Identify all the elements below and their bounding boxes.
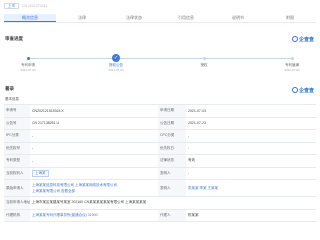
- table-row: 当前权利人 上海某 发明人 -: [4, 167, 316, 180]
- timeline-section-title: 审查进度: [5, 36, 23, 41]
- timeline-step-publish: ✓ 授权公告 2021-07-23: [96, 51, 136, 72]
- owner-link[interactable]: 上海某: [32, 169, 49, 177]
- field-value: 2021-07-03: [188, 108, 206, 113]
- info-section-title: 著录: [5, 86, 14, 91]
- breadcrumb: 上市 CN 2021070311: [4, 3, 47, 9]
- field-value: 陈某某: [188, 212, 199, 217]
- field-value: -: [188, 146, 190, 151]
- agency-link[interactable]: 上海某某专利代理事务所(普通合伙) 31000: [30, 210, 158, 222]
- table-row: 代理机构 上海某某专利代理事务所(普通合伙) 31000 代理人 陈某某: [4, 209, 316, 222]
- table-row: 申请号 CN202121515315.X 申请日期 2021-07-03: [4, 105, 316, 118]
- field-label: CPC分类: [158, 130, 186, 142]
- field-label: 代理机构: [4, 209, 30, 221]
- field-value: CN202121515315.X: [32, 108, 64, 113]
- timeline-date: 2031-07-03: [284, 67, 300, 72]
- brand-icon: [291, 36, 298, 42]
- field-value: -: [188, 133, 190, 138]
- field-value: 有效: [188, 158, 195, 163]
- table-row: 公告号 CN 217138251 U 公告日期 2021-07-23: [4, 117, 316, 130]
- check-icon: ✓: [112, 54, 120, 62]
- timeline-date: 2021-07-23: [108, 67, 124, 72]
- field-value: -: [188, 171, 190, 176]
- brand-logo: 企查查: [291, 35, 314, 43]
- field-label: 优先权号: [4, 142, 30, 154]
- brand-icon: [291, 87, 298, 93]
- field-value: -: [32, 146, 34, 151]
- field-label: 专利类型: [4, 155, 30, 167]
- field-label: 原始申请人: [4, 180, 30, 196]
- review-timeline: 专利申请 2021-07-03 ✓ 授权公告 2021-07-23 授权 专利届…: [6, 51, 314, 73]
- field-label: 优先权日: [158, 142, 186, 154]
- tab-citations[interactable]: 引用信息: [160, 14, 212, 22]
- field-label: 公告日期: [158, 117, 186, 129]
- breadcrumb-tag[interactable]: 上市: [4, 3, 19, 9]
- tab-legal-status[interactable]: 法律状态: [108, 14, 160, 22]
- table-row: IPC分类 - CPC分类 -: [4, 130, 316, 143]
- field-label: 申请号: [4, 105, 30, 117]
- tab-law[interactable]: 法律: [56, 14, 108, 22]
- brand-name: 企查查: [298, 87, 314, 94]
- table-row: 当前申请人地址 上海市某区某路某号某室 202160 CN某某某某某某有限公司 …: [4, 197, 316, 210]
- timeline-step-grant: 授权: [184, 51, 224, 68]
- field-label: IPC分类: [4, 130, 30, 142]
- breadcrumb-number: CN 2021070311: [22, 4, 48, 8]
- timeline-step-apply: 专利申请 2021-07-03: [8, 51, 48, 72]
- field-label: 公告号: [4, 117, 30, 129]
- table-row: 优先权号 - 优先权日 -: [4, 142, 316, 155]
- table-row: 专利类型 - 法律状态 有效: [4, 155, 316, 168]
- field-label: 当前申请人地址: [4, 197, 30, 209]
- field-value: 上海某: [30, 168, 158, 180]
- tab-drawings[interactable]: 附图: [264, 14, 316, 22]
- info-table: 申请号 CN202121515315.X 申请日期 2021-07-03 公告号…: [4, 104, 316, 222]
- field-value: 上海某某信息科技有限公司 上海某某网络技术有限公司 上海某某有限公司 查看全部: [30, 180, 158, 196]
- field-label: 发明人: [158, 180, 186, 196]
- brand-name: 企查查: [298, 36, 314, 43]
- timeline-track: [28, 58, 292, 59]
- timeline-dot: [202, 56, 206, 60]
- timeline-step-expire: 专利届满 2031-07-03: [272, 51, 312, 72]
- timeline-date: 2021-07-03: [20, 67, 36, 72]
- field-value: -: [32, 133, 34, 138]
- timeline-label: 授权: [200, 62, 208, 67]
- tab-bar: 概览信息 法律 法律状态 引用信息 说明书 附图: [4, 14, 316, 23]
- applicant-link[interactable]: 上海某某信息科技有限公司 上海某某网络技术有限公司: [32, 183, 117, 188]
- tab-description[interactable]: 说明书: [212, 14, 264, 22]
- applicant-link[interactable]: 上海某某有限公司 查看全部: [32, 189, 75, 194]
- field-value: 上海市某区某路某号某室 202160 CN某某某某某某有限公司 上海某某某某: [32, 200, 147, 205]
- info-subtitle: 基本信息: [5, 97, 19, 101]
- tab-overview[interactable]: 概览信息: [4, 14, 56, 22]
- table-row: 原始申请人 上海某某信息科技有限公司 上海某某网络技术有限公司 上海某某有限公司…: [4, 180, 316, 197]
- field-label: 法律状态: [158, 155, 186, 167]
- field-value: -: [32, 158, 34, 163]
- field-value: 2021-07-23: [188, 121, 206, 126]
- timeline-dot: [290, 56, 294, 60]
- field-label: 发明人: [158, 167, 186, 179]
- field-label: 申请日期: [158, 105, 186, 117]
- field-value[interactable]: 张某某 李某 王某某: [186, 180, 316, 196]
- field-label: 代理人: [158, 209, 186, 221]
- timeline-dot: [26, 56, 30, 60]
- brand-logo-2: 企查查: [291, 86, 314, 94]
- field-value: [186, 197, 316, 209]
- field-label: 当前权利人: [4, 167, 30, 179]
- field-value: CN 217138251 U: [32, 121, 60, 126]
